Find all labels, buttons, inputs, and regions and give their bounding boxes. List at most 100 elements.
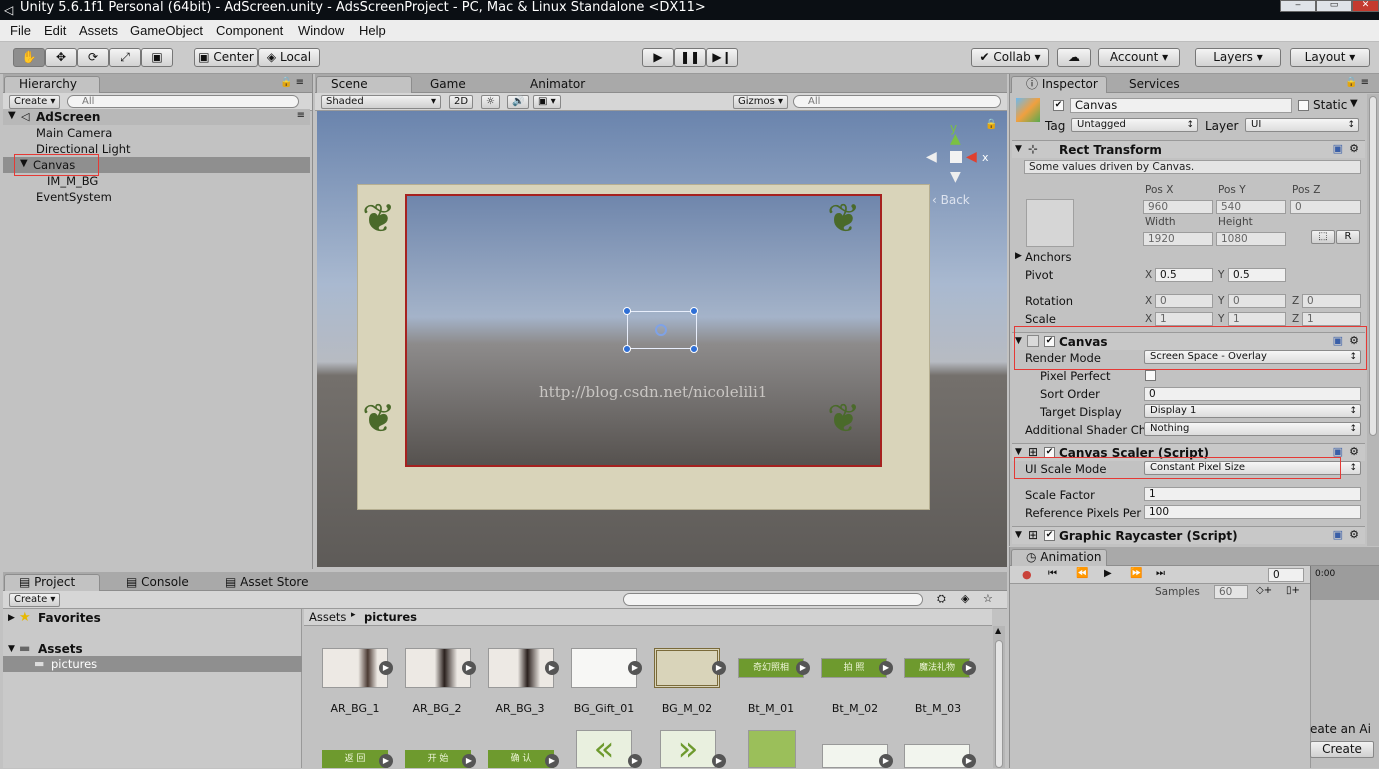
- effects-icon[interactable]: ▣ ▾: [533, 95, 561, 109]
- scale-y-field[interactable]: 1: [1228, 312, 1286, 326]
- gizmo-down-cone-icon[interactable]: ▼: [950, 169, 961, 185]
- project-scroll-thumb[interactable]: [995, 640, 1003, 768]
- preview-play-icon[interactable]: ▶: [962, 661, 976, 675]
- rect-tool-icon[interactable]: ▣: [141, 48, 173, 67]
- preview-play-icon[interactable]: ▶: [462, 661, 476, 675]
- height-field[interactable]: 1080: [1216, 232, 1286, 246]
- rotate-tool-icon[interactable]: ⟳: [77, 48, 109, 67]
- gizmo-back-label[interactable]: ‹ Back: [932, 193, 970, 207]
- scale-tool-icon[interactable]: ⤢: [109, 48, 141, 67]
- gizmo-center-cube-icon[interactable]: [950, 151, 962, 163]
- move-tool-icon[interactable]: ✥: [45, 48, 77, 67]
- breadcrumb-pictures[interactable]: pictures: [364, 610, 417, 624]
- panel-menu-icon[interactable]: 🔒 ≡: [280, 77, 304, 88]
- gizmo-x-cone-icon[interactable]: ◀: [966, 149, 977, 165]
- tab-animator[interactable]: Animator: [515, 76, 625, 93]
- asset-thumbnail[interactable]: [654, 648, 720, 688]
- pictures-folder-row[interactable]: ▬ pictures: [3, 656, 302, 672]
- preview-play-icon[interactable]: ▶: [379, 754, 393, 768]
- layer-dropdown[interactable]: UI: [1245, 118, 1359, 132]
- scene-search-input[interactable]: All: [793, 95, 1001, 108]
- project-scrollbar[interactable]: ▲: [993, 626, 1005, 768]
- favorites-fold-icon[interactable]: ▶: [8, 613, 15, 623]
- asset-label[interactable]: AR_BG_1: [315, 702, 395, 715]
- tab-scene[interactable]: Scene: [316, 76, 412, 93]
- pivot-y-field[interactable]: 0.5: [1228, 268, 1286, 282]
- tab-hierarchy[interactable]: Hierarchy: [4, 76, 100, 93]
- last-key-icon[interactable]: ⏭: [1156, 568, 1165, 579]
- rect-handle-dot[interactable]: [623, 307, 631, 315]
- fold-icon[interactable]: ▼: [1015, 144, 1022, 154]
- settings-gear-icon[interactable]: ⚙: [1349, 142, 1359, 155]
- hierarchy-create-button[interactable]: Create ▾: [9, 95, 61, 109]
- graphic-raycaster-header[interactable]: ▼ ⊞ ✔ Graphic Raycaster (Script) ▣ ⚙: [1012, 526, 1365, 544]
- help-icon[interactable]: ▣: [1333, 142, 1343, 155]
- tab-console[interactable]: ▤ Console: [111, 574, 201, 591]
- layout-dropdown[interactable]: Layout ▾: [1290, 48, 1370, 67]
- asset-thumbnail[interactable]: 拍 照: [821, 658, 887, 678]
- menu-edit[interactable]: Edit: [44, 23, 66, 38]
- posy-field[interactable]: 540: [1216, 200, 1286, 214]
- fold-icon[interactable]: ▼: [1015, 530, 1022, 540]
- asset-label[interactable]: Bt_M_02: [815, 702, 895, 715]
- menu-help[interactable]: Help: [359, 23, 386, 38]
- blueprint-mode-icon[interactable]: ⬚: [1311, 230, 1335, 244]
- raw-edit-button[interactable]: R: [1336, 230, 1360, 244]
- menu-assets[interactable]: Assets: [79, 23, 118, 38]
- rot-y-field[interactable]: 0: [1228, 294, 1286, 308]
- filter-type-icon[interactable]: ⛭: [937, 592, 946, 606]
- lighting-icon[interactable]: ☼: [481, 95, 500, 109]
- audio-icon[interactable]: 🔊: [507, 95, 530, 109]
- asset-label[interactable]: BG_M_02: [647, 702, 727, 715]
- timeline-ruler[interactable]: 0:00: [1310, 566, 1379, 600]
- record-icon[interactable]: ●: [1022, 568, 1032, 581]
- asset-thumbnail[interactable]: [822, 744, 888, 768]
- scroll-up-icon[interactable]: ▲: [995, 626, 1001, 635]
- scale-factor-field[interactable]: 1: [1144, 487, 1361, 501]
- asset-label[interactable]: AR_BG_3: [480, 702, 560, 715]
- menu-component[interactable]: Component: [216, 23, 283, 38]
- collab-dropdown[interactable]: ✔ Collab ▾: [971, 48, 1049, 67]
- first-key-icon[interactable]: ⏮: [1048, 568, 1057, 579]
- filter-label-icon[interactable]: ◈: [961, 592, 969, 605]
- preview-play-icon[interactable]: ▶: [545, 661, 559, 675]
- width-field[interactable]: 1920: [1143, 232, 1213, 246]
- frame-field[interactable]: 0: [1268, 568, 1304, 582]
- rect-transform-header[interactable]: ▼ ⊹ Rect Transform ▣ ⚙: [1012, 140, 1365, 158]
- create-animation-button[interactable]: Create: [1310, 741, 1374, 758]
- pivot-center-button[interactable]: ▣ Center: [194, 48, 258, 67]
- active-checkbox[interactable]: ✔: [1053, 100, 1064, 111]
- hand-tool-icon[interactable]: ✋: [13, 48, 45, 67]
- assets-label[interactable]: Assets: [38, 642, 83, 656]
- tab-services[interactable]: Services: [1114, 76, 1194, 93]
- toggle-2d-button[interactable]: 2D: [449, 95, 474, 109]
- inspector-scrollbar[interactable]: [1367, 94, 1379, 546]
- fold-icon[interactable]: ▼: [1015, 447, 1022, 457]
- gizmo-left-cone-icon[interactable]: ◀: [926, 149, 937, 165]
- rect-handle-dot[interactable]: [690, 307, 698, 315]
- preview-play-icon[interactable]: ▶: [712, 754, 726, 768]
- preview-play-icon[interactable]: ▶: [879, 661, 893, 675]
- scale-x-field[interactable]: 1: [1155, 312, 1213, 326]
- asset-label[interactable]: Bt_M_03: [898, 702, 978, 715]
- asset-label[interactable]: AR_BG_2: [397, 702, 477, 715]
- maximize-button[interactable]: ▭: [1316, 0, 1352, 12]
- scene-gizmo[interactable]: y ▲ ◀ ◀ x ▼ ‹ Back: [922, 121, 992, 207]
- hierarchy-item-main-camera[interactable]: Main Camera: [36, 125, 112, 141]
- raycaster-enabled-checkbox[interactable]: ✔: [1044, 530, 1055, 541]
- asset-thumbnail[interactable]: »: [660, 730, 716, 768]
- asset-thumbnail[interactable]: 奇幻照相: [738, 658, 804, 678]
- menu-window[interactable]: Window: [298, 23, 344, 38]
- anchors-fold-icon[interactable]: ▶: [1015, 251, 1022, 261]
- rot-z-field[interactable]: 0: [1302, 294, 1361, 308]
- gizmos-dropdown[interactable]: Gizmos ▾: [733, 95, 789, 109]
- settings-gear-icon[interactable]: ⚙: [1349, 528, 1359, 541]
- asset-thumbnail[interactable]: [748, 730, 796, 768]
- asset-thumbnail[interactable]: 魔法礼物: [904, 658, 970, 678]
- sort-order-field[interactable]: 0: [1144, 387, 1361, 401]
- target-display-dropdown[interactable]: Display 1: [1144, 404, 1361, 418]
- object-name-field[interactable]: Canvas: [1070, 98, 1292, 113]
- tab-game[interactable]: Game: [415, 76, 505, 93]
- preview-play-icon[interactable]: ▶: [628, 754, 642, 768]
- anim-play-icon[interactable]: ▶: [1104, 568, 1112, 579]
